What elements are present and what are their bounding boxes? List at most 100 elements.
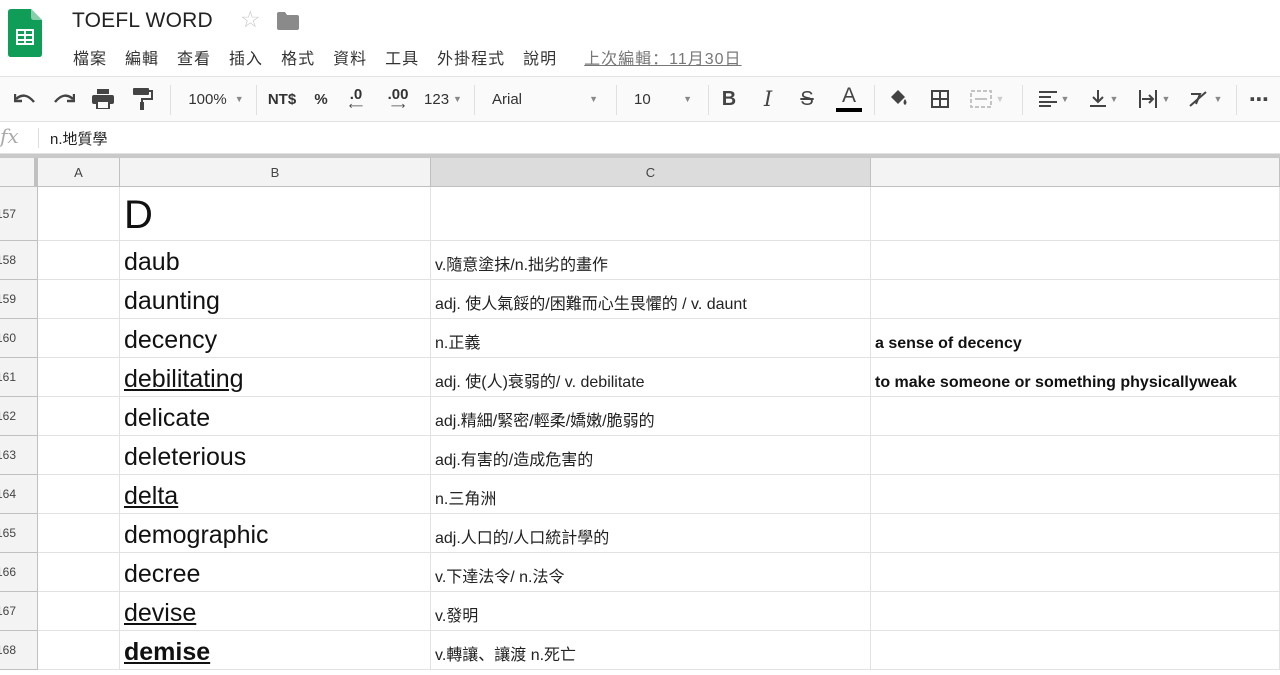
cell-c[interactable]: n.三角洲 [431, 475, 871, 514]
cell-a[interactable] [38, 358, 120, 397]
row-header[interactable]: 160 [0, 319, 38, 358]
cell-d[interactable] [871, 553, 1280, 592]
last-edit-link[interactable]: 上次編輯：11月30日 [584, 45, 741, 69]
row-header[interactable]: 162 [0, 397, 38, 436]
cell-d[interactable] [871, 280, 1280, 319]
menu-insert[interactable]: 插入 [220, 45, 272, 69]
row-header[interactable]: 161 [0, 358, 38, 397]
row-header[interactable]: 166 [0, 553, 38, 592]
borders-button[interactable] [926, 77, 954, 121]
column-header-a[interactable]: A [38, 158, 120, 187]
cell-a[interactable] [38, 280, 120, 319]
cell-c[interactable] [431, 187, 871, 241]
menu-tools[interactable]: 工具 [376, 45, 428, 69]
menu-view[interactable]: 查看 [168, 45, 220, 69]
menu-help[interactable]: 說明 [514, 45, 566, 69]
cell-d[interactable] [871, 514, 1280, 553]
row-header[interactable]: 168 [0, 631, 38, 670]
cell-b[interactable]: decree [120, 553, 431, 592]
zoom-select[interactable]: 100% ▼ [182, 77, 250, 121]
vertical-align-button[interactable]: ▼ [1082, 77, 1126, 121]
menu-file[interactable]: 檔案 [64, 45, 116, 69]
text-wrap-button[interactable]: ▼ [1132, 77, 1176, 121]
column-header-d[interactable] [871, 158, 1280, 187]
menu-format[interactable]: 格式 [272, 45, 324, 69]
cell-c[interactable]: v.隨意塗抹/n.拙劣的畫作 [431, 241, 871, 280]
italic-button[interactable]: I [755, 77, 781, 121]
cell-d[interactable] [871, 187, 1280, 241]
merge-cells-button[interactable]: ▼ [964, 77, 1010, 121]
cell-c[interactable]: v.下達法令/ n.法令 [431, 553, 871, 592]
cell-a[interactable] [38, 514, 120, 553]
column-header-b[interactable]: B [120, 158, 431, 187]
cell-d[interactable]: to make someone or something physicallyw… [871, 358, 1280, 397]
cell-c[interactable]: v.發明 [431, 592, 871, 631]
cell-a[interactable] [38, 475, 120, 514]
row-header[interactable]: 167 [0, 592, 38, 631]
undo-button[interactable] [10, 77, 40, 121]
cell-d[interactable] [871, 397, 1280, 436]
select-all-corner[interactable] [0, 158, 38, 187]
cell-b[interactable]: demographic [120, 514, 431, 553]
cell-a[interactable] [38, 241, 120, 280]
cell-b[interactable]: daub [120, 241, 431, 280]
cell-a[interactable] [38, 553, 120, 592]
cell-c[interactable]: adj.有害的/造成危害的 [431, 436, 871, 475]
row-header[interactable]: 165 [0, 514, 38, 553]
cell-a[interactable] [38, 397, 120, 436]
cell-b[interactable]: devise [120, 592, 431, 631]
cell-d[interactable] [871, 475, 1280, 514]
cell-d[interactable] [871, 436, 1280, 475]
decrease-decimal-button[interactable]: .0 ⟵ [340, 77, 372, 121]
row-header[interactable]: 158 [0, 241, 38, 280]
cell-b[interactable]: delta [120, 475, 431, 514]
column-header-c[interactable]: C [431, 158, 871, 187]
cell-c[interactable]: adj.人口的/人口統計學的 [431, 514, 871, 553]
document-title[interactable]: TOEFL WORD [72, 9, 213, 33]
percent-button[interactable]: % [309, 77, 333, 121]
font-size-select[interactable]: 10 ▼ [626, 77, 700, 121]
row-header[interactable]: 164 [0, 475, 38, 514]
cell-c[interactable]: adj. 使(人)衰弱的/ v. debilitate [431, 358, 871, 397]
cell-b[interactable]: D [120, 187, 431, 241]
strikethrough-button[interactable]: S [794, 77, 820, 121]
increase-decimal-button[interactable]: .00 ⟶ [380, 77, 416, 121]
paint-format-button[interactable] [128, 77, 158, 121]
cell-b[interactable]: decency [120, 319, 431, 358]
font-family-select[interactable]: Arial ▼ [484, 77, 606, 121]
cell-b[interactable]: daunting [120, 280, 431, 319]
cell-c[interactable]: n.正義 [431, 319, 871, 358]
cell-a[interactable] [38, 187, 120, 241]
bold-button[interactable]: B [716, 77, 742, 121]
more-button[interactable]: ⋯ [1244, 77, 1274, 121]
text-color-button[interactable]: A [834, 77, 864, 121]
menu-addons[interactable]: 外掛程式 [428, 45, 514, 69]
cell-b[interactable]: demise [120, 631, 431, 670]
cell-d[interactable]: a sense of decency [871, 319, 1280, 358]
currency-button[interactable]: NT$ [263, 77, 301, 121]
redo-button[interactable] [49, 77, 79, 121]
folder-icon[interactable] [277, 12, 299, 30]
number-format-select[interactable]: 123 ▼ [420, 77, 466, 121]
fill-color-button[interactable] [884, 77, 912, 121]
cell-c[interactable]: adj.精細/緊密/輕柔/嬌嫩/脆弱的 [431, 397, 871, 436]
text-rotation-button[interactable]: ▼ [1182, 77, 1228, 121]
menu-data[interactable]: 資料 [324, 45, 376, 69]
menu-edit[interactable]: 編輯 [116, 45, 168, 69]
cell-d[interactable] [871, 592, 1280, 631]
print-button[interactable] [89, 77, 117, 121]
row-header[interactable]: 159 [0, 280, 38, 319]
row-header[interactable]: 163 [0, 436, 38, 475]
horizontal-align-button[interactable]: ▼ [1032, 77, 1076, 121]
cell-d[interactable] [871, 631, 1280, 670]
formula-input[interactable]: n.地質學 [50, 128, 108, 149]
cell-b[interactable]: delicate [120, 397, 431, 436]
cell-a[interactable] [38, 592, 120, 631]
sheets-logo-icon[interactable] [8, 9, 42, 57]
cell-a[interactable] [38, 631, 120, 670]
cell-c[interactable]: adj. 使人氣餒的/困難而心生畏懼的 / v. daunt [431, 280, 871, 319]
cell-b[interactable]: deleterious [120, 436, 431, 475]
cell-d[interactable] [871, 241, 1280, 280]
row-header[interactable]: 157 [0, 187, 38, 241]
cell-a[interactable] [38, 436, 120, 475]
